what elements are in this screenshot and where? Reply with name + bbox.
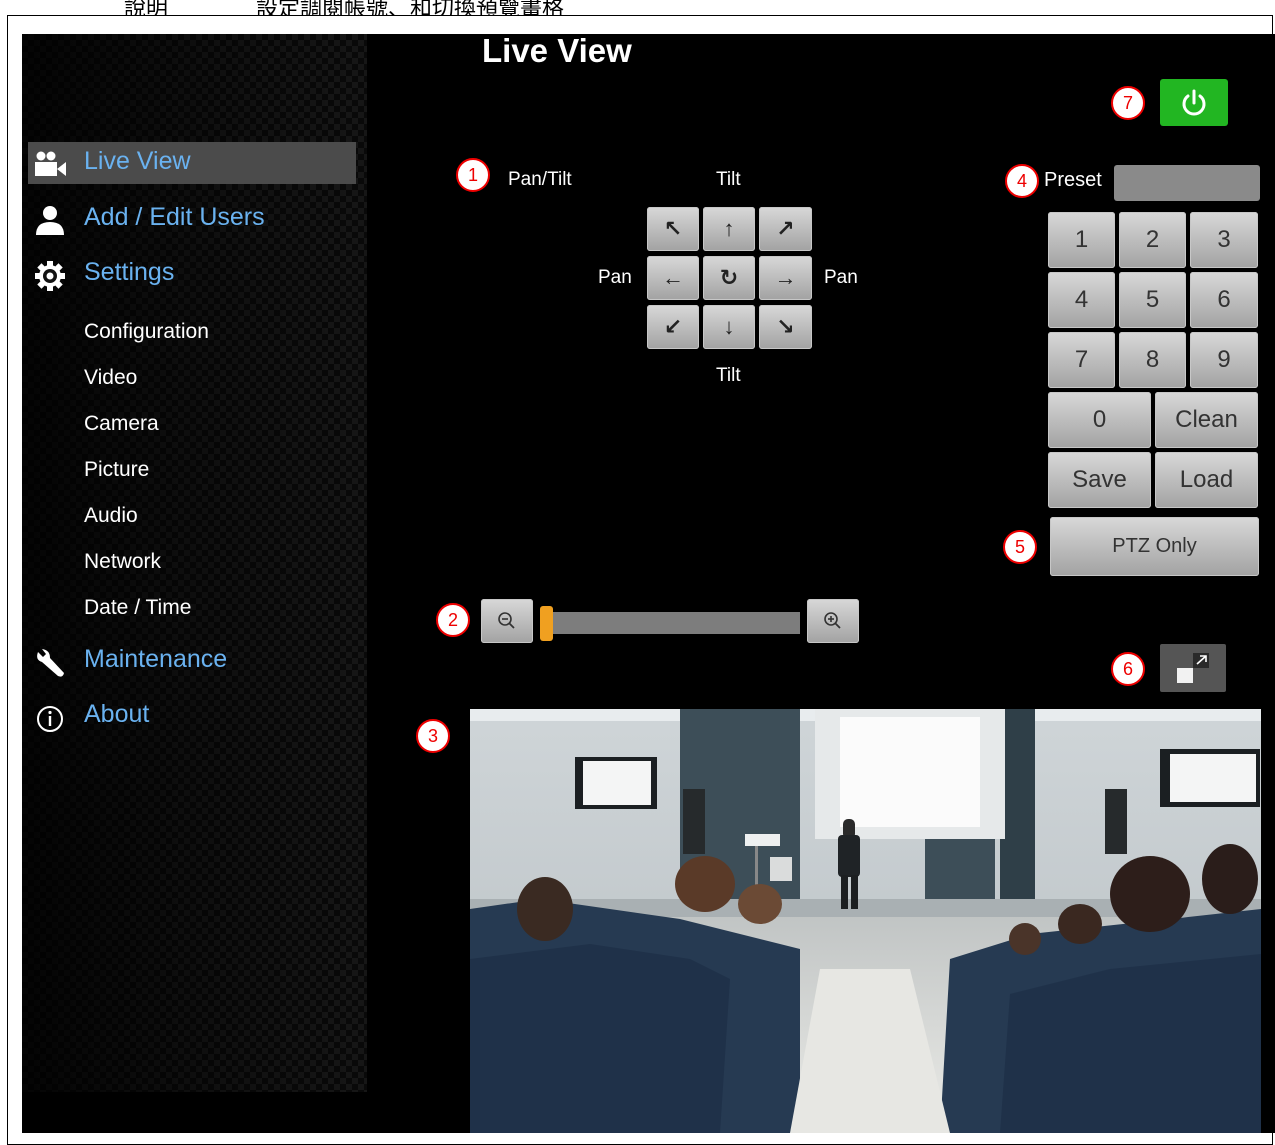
pan-tilt-label: Pan/Tilt [508, 169, 572, 190]
sidebar-item-maintenance[interactable]: Maintenance [28, 640, 356, 682]
preset-load-button[interactable]: Load [1155, 452, 1258, 508]
sidebar-subitem-video[interactable]: Video [84, 366, 137, 390]
callout-marker-7: 7 [1111, 86, 1145, 120]
callout-marker-4: 4 [1005, 164, 1039, 198]
pan-left-button[interactable]: ← [647, 256, 699, 300]
sidebar-subitem-network[interactable]: Network [84, 550, 161, 574]
pan-tilt-down-right-button[interactable]: ↘ [759, 305, 812, 349]
pan-right-button[interactable]: → [759, 256, 812, 300]
page-title: Live View [482, 34, 632, 69]
pan-tilt-down-left-button[interactable]: ↙ [647, 305, 699, 349]
preset-key-1[interactable]: 1 [1048, 212, 1115, 268]
preset-number-input[interactable] [1114, 165, 1260, 201]
fullscreen-icon [1177, 653, 1209, 683]
fullscreen-button[interactable] [1160, 644, 1226, 692]
preset-clean-button[interactable]: Clean [1155, 392, 1258, 448]
sidebar-item-settings[interactable]: Settings [28, 253, 356, 295]
sidebar-item-label: About [84, 700, 150, 728]
gear-icon [35, 261, 65, 291]
pan-tilt-home-button[interactable]: ↻ [703, 256, 755, 300]
zoom-out-icon [498, 612, 515, 629]
preset-key-6[interactable]: 6 [1190, 272, 1258, 328]
sidebar-background [22, 34, 367, 1092]
callout-marker-1: 1 [456, 158, 490, 192]
zoom-out-button[interactable] [481, 599, 533, 643]
callout-marker-3: 3 [416, 719, 450, 753]
callout-marker-6: 6 [1111, 652, 1145, 686]
video-camera-icon [35, 151, 66, 176]
preset-key-9[interactable]: 9 [1190, 332, 1258, 388]
sidebar-item-label: Add / Edit Users [84, 203, 265, 231]
sidebar-subitem-date-time[interactable]: Date / Time [84, 596, 191, 620]
tilt-up-button[interactable]: ↑ [703, 207, 755, 251]
sidebar-item-label: Maintenance [84, 645, 228, 673]
sidebar-item-add-edit-users[interactable]: Add / Edit Users [28, 198, 356, 240]
tilt-label-top: Tilt [716, 169, 741, 190]
preset-save-button[interactable]: Save [1048, 452, 1151, 508]
pan-label-left: Pan [598, 267, 632, 288]
sidebar-item-label: Settings [84, 258, 175, 286]
sidebar-subitem-audio[interactable]: Audio [84, 504, 138, 528]
info-icon [37, 706, 63, 732]
power-button[interactable] [1160, 79, 1228, 126]
tilt-label-bottom: Tilt [716, 365, 741, 386]
sidebar-subitem-picture[interactable]: Picture [84, 458, 149, 482]
sidebar-item-live-view[interactable]: Live View [28, 142, 356, 184]
sidebar-item-about[interactable]: About [28, 695, 356, 737]
sidebar-item-label: Live View [84, 147, 191, 175]
zoom-slider-handle[interactable] [540, 606, 553, 641]
preset-key-2[interactable]: 2 [1119, 212, 1186, 268]
ptz-only-button[interactable]: PTZ Only [1050, 517, 1259, 576]
pan-label-right: Pan [824, 267, 858, 288]
pan-tilt-up-right-button[interactable]: ↗ [759, 207, 812, 251]
live-video-image [470, 709, 1261, 1133]
sidebar-subitem-configuration[interactable]: Configuration [84, 320, 209, 344]
preset-key-5[interactable]: 5 [1119, 272, 1186, 328]
preset-key-3[interactable]: 3 [1190, 212, 1258, 268]
zoom-in-button[interactable] [807, 599, 859, 643]
callout-marker-2: 2 [436, 603, 470, 637]
zoom-in-icon [824, 612, 841, 629]
preset-key-4[interactable]: 4 [1048, 272, 1115, 328]
tilt-down-button[interactable]: ↓ [703, 305, 755, 349]
user-icon [36, 206, 64, 235]
power-icon [1182, 89, 1206, 115]
zoom-slider-track[interactable] [542, 612, 800, 634]
preset-key-0[interactable]: 0 [1048, 392, 1151, 448]
callout-marker-5: 5 [1003, 530, 1037, 564]
camera-web-ui: Live View Add / Edit Users Settings Conf… [22, 34, 1275, 1133]
live-video-preview [470, 709, 1261, 1133]
preset-key-7[interactable]: 7 [1048, 332, 1115, 388]
preset-key-8[interactable]: 8 [1119, 332, 1186, 388]
pan-tilt-up-left-button[interactable]: ↖ [647, 207, 699, 251]
sidebar-subitem-camera[interactable]: Camera [84, 412, 159, 436]
preset-label: Preset [1044, 169, 1102, 191]
wrench-icon [37, 649, 64, 677]
